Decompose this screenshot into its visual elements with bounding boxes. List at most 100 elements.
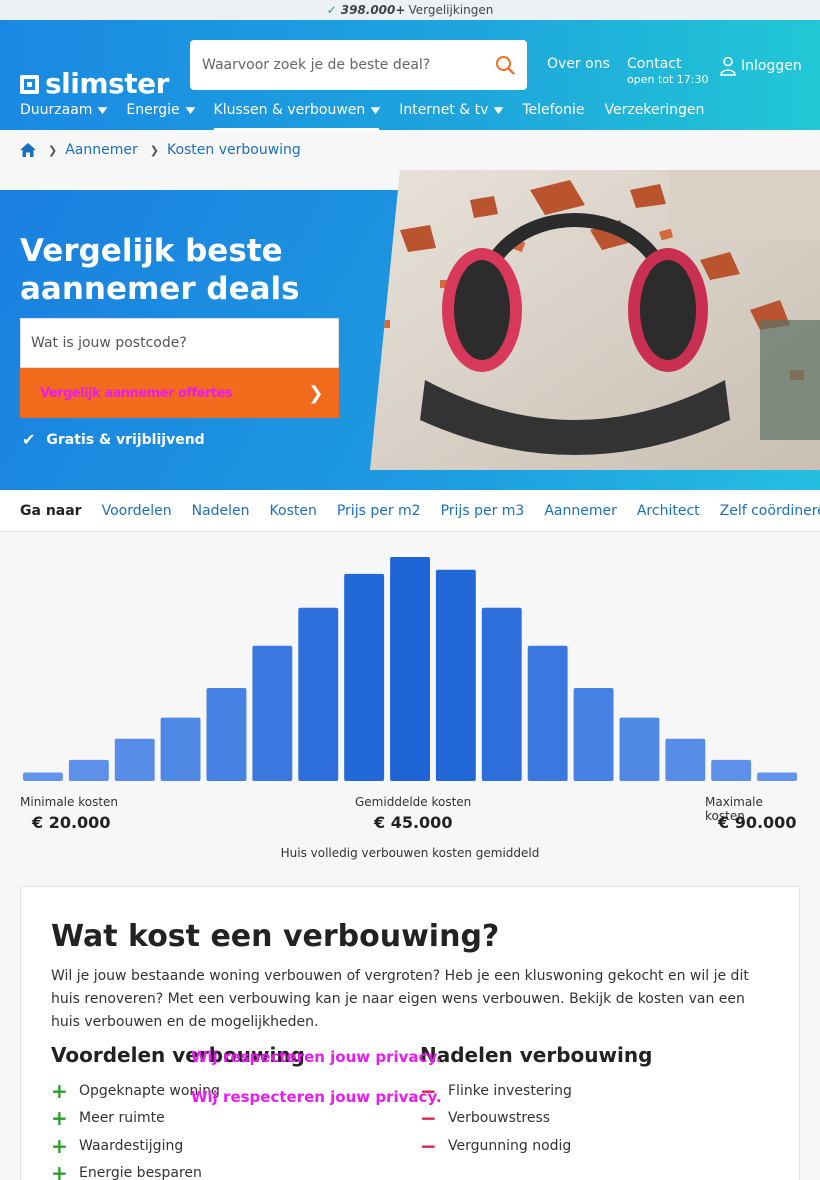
user-icon — [720, 56, 736, 76]
min-cost-value: € 20.000 — [32, 813, 111, 832]
con-text: Vergunning nodig — [448, 1137, 572, 1154]
contact-label: Contact — [627, 56, 682, 72]
chevron-right-icon: ❯ — [48, 143, 58, 157]
minus-icon: − — [420, 1106, 437, 1131]
breadcrumb-aannemer[interactable]: Aannemer — [65, 142, 138, 158]
menu-item-energie[interactable]: Energie ▼ — [126, 100, 195, 130]
menu-item-label: Klussen & verbouwen — [213, 102, 366, 118]
goto-link-kosten[interactable]: Kosten — [270, 503, 317, 519]
chevron-down-icon: ▼ — [370, 106, 381, 116]
hero: Vergelijk beste aannemer deals Vergelijk… — [0, 170, 820, 490]
chart-bar — [665, 738, 706, 781]
breadcrumb-kosten-verbouwing[interactable]: Kosten verbouwing — [167, 142, 301, 158]
article-title: Wat kost een verbouwing? — [51, 919, 500, 954]
goto-link-voordelen[interactable]: Voordelen — [102, 503, 172, 519]
article-intro: Wil je jouw bestaande woning verbouwen o… — [51, 968, 749, 1030]
home-icon[interactable] — [20, 143, 36, 157]
header: slimster Over ons Contact open tot 17:30… — [0, 20, 820, 130]
menu-item-label: Energie — [126, 102, 180, 118]
menu-item-label: Internet & tv — [399, 102, 489, 118]
logo-mark-icon — [20, 74, 39, 94]
postcode-input[interactable] — [31, 335, 338, 351]
contact-hours: open tot 17:30 — [627, 73, 709, 86]
cons-title: Nadelen verbouwing — [420, 1043, 653, 1067]
menu-item-verzekeringen[interactable]: Verzekeringen — [604, 100, 704, 130]
chart-bar — [298, 607, 339, 781]
chart-bar — [527, 645, 568, 781]
chart-caption: Huis volledig verbouwen kosten gemiddeld — [280, 846, 540, 860]
chart-bar — [390, 557, 430, 781]
goto-link-prijs-per-m2[interactable]: Prijs per m2 — [337, 503, 421, 519]
pro-item: + Meer ruimte — [51, 1105, 305, 1133]
menu-item-klussen-verbouwen[interactable]: Klussen & verbouwen ▼ — [213, 100, 381, 130]
goto-link-prijs-per-m3[interactable]: Prijs per m3 — [441, 503, 525, 519]
checkmark-icon: ✓ — [326, 3, 337, 17]
minus-icon: − — [420, 1133, 437, 1158]
goto-link-architect[interactable]: Architect — [637, 503, 700, 519]
avg-cost-label: Gemiddelde kosten — [355, 795, 472, 809]
goto-label: Ga naar — [20, 502, 82, 519]
hero-photo — [370, 170, 820, 470]
privacy-notice: Wij respecteren jouw privacy. — [191, 1048, 442, 1066]
top-bar: ✓ 398.000+ Vergelijkingen — [0, 0, 820, 20]
chevron-down-icon: ▼ — [98, 106, 108, 116]
chart-bar — [481, 607, 522, 781]
breadcrumb: ❯ Aannemer ❯ Kosten verbouwing — [0, 130, 820, 170]
pro-text: Meer ruimte — [79, 1110, 165, 1127]
avg-cost-value: € 45.000 — [374, 813, 453, 832]
pro-item: + Energie besparen — [51, 1160, 305, 1180]
cost-chart: Minimale kosten € 20.000 Gemiddelde kost… — [20, 550, 800, 870]
menu-item-label: Duurzaam — [20, 102, 93, 118]
min-cost-label: Minimale kosten — [20, 795, 119, 809]
plus-icon: + — [51, 1161, 68, 1180]
chart-bar — [114, 738, 155, 781]
nav-over-ons[interactable]: Over ons — [547, 56, 610, 72]
chart-bar — [23, 772, 63, 781]
chart-bar — [619, 717, 660, 781]
chart-bar — [160, 717, 201, 781]
search-input[interactable] — [202, 57, 495, 73]
search-box — [190, 40, 527, 90]
compare-button[interactable]: Vergelijk aannemer offertes ❯ — [20, 368, 339, 418]
login-link[interactable]: Inloggen — [720, 56, 802, 76]
chart-bar — [757, 772, 797, 781]
article-card: Wat kost een verbouwing? Wil je jouw bes… — [20, 886, 800, 1180]
chart-bar — [344, 573, 385, 781]
menu-item-telefonie[interactable]: Telefonie — [522, 100, 584, 130]
goto-link-aannemer[interactable]: Aannemer — [544, 503, 617, 519]
comparison-count: 398.000+ — [340, 3, 406, 17]
free-label: Gratis & vrijblijvend — [46, 431, 205, 448]
plus-icon: + — [51, 1133, 68, 1158]
compare-button-label: Vergelijk aannemer offertes — [40, 385, 233, 401]
goto-link-nadelen[interactable]: Nadelen — [192, 503, 250, 519]
con-item: − Flinke investering — [420, 1077, 652, 1105]
goto-link-zelf-co-rdineren[interactable]: Zelf coördineren — [720, 503, 820, 519]
cons-list: − Flinke investering − Verbouwstress − Vergun… — [420, 1077, 652, 1160]
login-label: Inloggen — [741, 58, 802, 74]
menu-item-label: Verzekeringen — [604, 102, 705, 118]
comparison-label: Vergelijkingen — [408, 3, 494, 17]
menu-item-duurzaam[interactable]: Duurzaam ▼ — [20, 100, 108, 130]
free-notice: ✔ Gratis & vrijblijvend — [22, 430, 205, 449]
con-text: Verbouwstress — [448, 1110, 551, 1127]
chart-bar — [252, 645, 293, 781]
pro-text: Energie besparen — [79, 1165, 202, 1180]
chart-bar — [435, 569, 476, 781]
menu-item-internet-tv[interactable]: Internet & tv ▼ — [399, 100, 504, 130]
plus-icon: + — [51, 1078, 68, 1103]
main-menu: Duurzaam ▼ Energie ▼ Klussen & verbouwen ▼ Int… — [20, 100, 724, 130]
chevron-down-icon: ▼ — [494, 106, 504, 116]
logo[interactable]: slimster — [20, 70, 169, 98]
privacy-notice: Wij respecteren jouw privacy. — [191, 1088, 442, 1106]
max-cost-value: € 90.000 — [718, 813, 797, 832]
menu-item-label: Telefonie — [522, 102, 585, 118]
con-text: Flinke investering — [448, 1082, 572, 1099]
nav-contact[interactable]: Contact open tot 17:30 — [627, 56, 709, 86]
goto-nav: Ga naar Voordelen Nadelen Kosten Prijs per … — [0, 490, 820, 532]
chart-bar — [573, 688, 614, 781]
con-item: − Verbouwstress — [420, 1105, 652, 1133]
logo-text: slimster — [45, 67, 169, 100]
chevron-down-icon: ▼ — [185, 106, 195, 116]
cost-distribution-chart — [23, 557, 797, 781]
search-icon[interactable] — [495, 55, 515, 75]
